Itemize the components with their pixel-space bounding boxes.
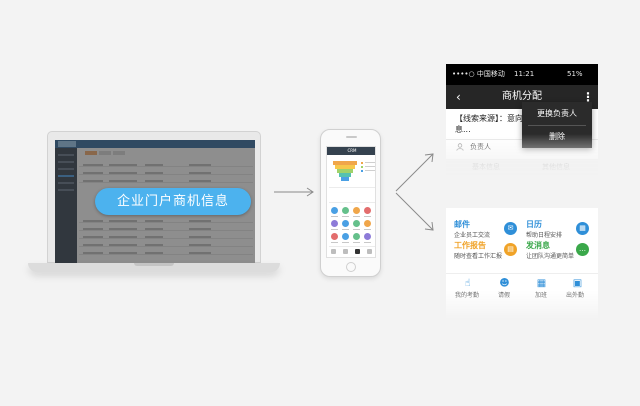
opportunity-assign-card: ••••○ 中国移动 11:21 51% 商机分配 ‹ ⋮ 【线索来源】：意向信… (446, 64, 598, 177)
app-label: 我的考勤 (455, 292, 480, 299)
briefcase-icon: ▣ (572, 278, 583, 289)
app-shortcut-icon (364, 233, 371, 240)
app-label: 出外勤 (566, 292, 585, 299)
message-title: 发消息 (526, 241, 550, 250)
app-shortcut-icon (364, 220, 371, 227)
app-shortcut-icon (353, 220, 360, 227)
phone-divider (329, 246, 375, 247)
app-shortcut-icon (353, 207, 360, 214)
phone-tab-icon (355, 249, 360, 254)
change-owner-menu-item[interactable]: 更换负责人 (522, 103, 592, 125)
arrow-line-upper (395, 153, 434, 192)
legend-dot (361, 170, 363, 172)
calendar-icon: ▦ (576, 222, 589, 235)
person-icon (456, 143, 464, 151)
message-icon: … (576, 243, 589, 256)
phone-speaker (346, 136, 357, 138)
app-shortcut-label (342, 229, 349, 230)
legend-dot (361, 162, 363, 164)
phone-divider (329, 202, 375, 203)
legend-line (365, 170, 375, 171)
phone-tab-icon (331, 249, 336, 254)
app-shortcut-icon (364, 207, 371, 214)
app-shortcut-label (364, 229, 371, 230)
app-shortcut-icon (342, 207, 349, 214)
funnel-band (341, 177, 349, 181)
app-shortcut-label (364, 216, 371, 217)
mail-icon: ✉ (504, 222, 517, 235)
phone-home-button (346, 262, 356, 272)
app-shortcut-label (331, 216, 338, 217)
arrow-line-lower (395, 192, 434, 231)
tab-basic-info[interactable]: 基本信息 (472, 159, 500, 176)
mail-subtitle: 企业员工交流 (454, 232, 491, 239)
owner-label: 负责人 (470, 143, 491, 151)
app-shortcut-icon (342, 233, 349, 240)
calendar-subtitle: 帮助日程安排 (526, 232, 563, 239)
phone-tab-icon (367, 249, 372, 254)
hand-icon: ☝ (464, 278, 471, 289)
app-shortcut-label (331, 229, 338, 230)
phone-app-title: CRM (327, 147, 375, 155)
detail-tabs: 基本信息 其他信息 (446, 159, 598, 177)
work-report-title: 工作报告 (454, 241, 486, 250)
mail-title: 邮件 (454, 220, 470, 229)
action-menu: 更换负责人 删除 (522, 102, 592, 148)
phone-tab-icon (343, 249, 348, 254)
mobile-status-bar: ••••○ 中国移动 11:21 51% (446, 64, 598, 85)
work-report-subtitle: 随时查看工作汇报 (454, 253, 503, 260)
legend-line (365, 166, 375, 167)
app-shortcut-label (353, 242, 360, 243)
phone-divider (329, 187, 375, 188)
calendar-icon: ▦ (536, 278, 547, 289)
status-time: 11:21 (514, 70, 535, 78)
calendar-title: 日历 (526, 220, 542, 229)
app-label: 加班 (535, 292, 548, 299)
app-label: 请假 (498, 292, 511, 299)
app-shortcut-label (353, 229, 360, 230)
battery-text: 51% (567, 70, 583, 78)
delete-menu-item[interactable]: 删除 (522, 126, 592, 148)
phone-screen: CRM (326, 146, 376, 258)
app-shortcut-icon (331, 207, 338, 214)
phone-device: CRM (320, 129, 381, 277)
legend-line (365, 162, 375, 163)
app-shortcut-label (353, 216, 360, 217)
app-shortcut-label (331, 242, 338, 243)
report-icon: ▤ (504, 243, 517, 256)
workspace-apps-card: 邮件 企业员工交流 ✉ 日历 帮助日程安排 ▦ 工作报告 随时查看工作汇报 ▤ … (446, 208, 598, 320)
app-shortcut-icon (331, 233, 338, 240)
legend-dot (361, 166, 363, 168)
app-shortcut-icon (342, 220, 349, 227)
app-shortcut-label (342, 242, 349, 243)
tab-other-info[interactable]: 其他信息 (542, 159, 570, 176)
app-shortcut-icon (331, 220, 338, 227)
carrier-text: ••••○ 中国移动 (452, 70, 505, 78)
person-icon: ☻ (499, 278, 510, 289)
app-shortcut-icon (353, 233, 360, 240)
app-shortcut-label (342, 216, 349, 217)
divider (446, 273, 598, 274)
app-shortcut-label (364, 242, 371, 243)
message-subtitle: 让团队沟通更简单 (526, 253, 575, 260)
back-arrow-icon[interactable]: ‹ (456, 85, 461, 109)
